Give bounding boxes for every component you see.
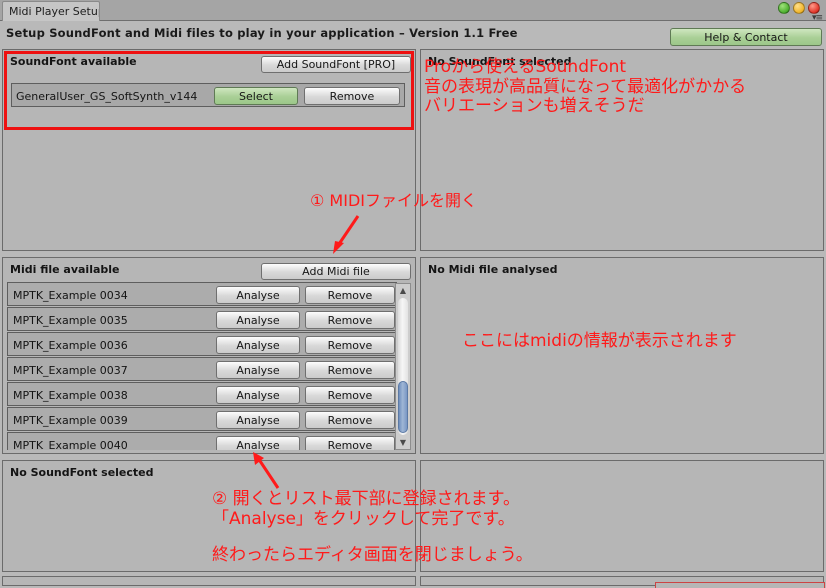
midi-remove-button[interactable]: Remove — [305, 436, 395, 450]
midi-analyse-button[interactable]: Analyse — [216, 336, 300, 354]
midi-remove-button[interactable]: Remove — [305, 361, 395, 379]
add-soundfont-button[interactable]: Add SoundFont [PRO] — [261, 56, 411, 73]
soundfont-name: GeneralUser_GS_SoftSynth_v144 — [16, 90, 198, 103]
page-title: Setup SoundFont and Midi files to play i… — [6, 26, 518, 40]
minimize-button[interactable] — [778, 2, 790, 14]
midi-file-panel: Midi file available Add Midi file MPTK_E… — [2, 257, 416, 454]
tab-midi-player-setup[interactable]: Midi Player Setup — [2, 1, 100, 21]
midi-list-item[interactable]: MPTK_Example 0037 Analyse Remove — [7, 357, 397, 381]
help-and-contact-button[interactable]: Help & Contact — [670, 28, 822, 46]
midi-list-scrollbar[interactable]: ▲ ▼ — [395, 283, 411, 450]
midi-file-name: MPTK_Example 0040 — [13, 439, 128, 450]
midi-list-item[interactable]: MPTK_Example 0036 Analyse Remove — [7, 332, 397, 356]
annotation-soundfont-note: Proから使えるSoundFont 音の表現が高品質になって最適化がかかる バリ… — [424, 57, 747, 117]
midi-file-name: MPTK_Example 0036 — [13, 339, 128, 352]
midi-remove-button[interactable]: Remove — [305, 336, 395, 354]
soundfont-select-button[interactable]: Select — [214, 87, 298, 105]
midi-list-item[interactable]: MPTK_Example 0035 Analyse Remove — [7, 307, 397, 331]
midi-remove-button[interactable]: Remove — [305, 311, 395, 329]
midi-analyse-button[interactable]: Analyse — [216, 311, 300, 329]
midi-file-name: MPTK_Example 0037 — [13, 364, 128, 377]
maximize-button[interactable] — [793, 2, 805, 14]
soundfont-panel-title: SoundFont available — [10, 55, 137, 68]
midi-file-name: MPTK_Example 0034 — [13, 289, 128, 302]
midi-analyse-button[interactable]: Analyse — [216, 286, 300, 304]
annotation-open-midi-note: ① MIDIファイルを開く — [310, 191, 477, 210]
midi-status-text: No Midi file analysed — [428, 263, 558, 276]
add-midi-file-button[interactable]: Add Midi file — [261, 263, 411, 280]
soundfont-remove-button[interactable]: Remove — [304, 87, 400, 105]
title-bar: Midi Player Setup ▾≡ — [0, 0, 826, 23]
midi-remove-button[interactable]: Remove — [305, 411, 395, 429]
midi-analyse-button[interactable]: Analyse — [216, 411, 300, 429]
annotation-midi-info-note: ここにはmidiの情報が表示されます — [462, 331, 737, 351]
scroll-up-icon[interactable]: ▲ — [396, 284, 410, 297]
scrollbar-thumb[interactable] — [398, 381, 408, 433]
app-window: Midi Player Setup ▾≡ Setup SoundFont and… — [0, 0, 826, 588]
midi-remove-button[interactable]: Remove — [305, 286, 395, 304]
soundfont-row: GeneralUser_GS_SoftSynth_v144 Select Rem… — [11, 83, 405, 107]
midi-info-panel: No Midi file analysed — [420, 257, 824, 454]
midi-list-item[interactable]: MPTK_Example 0038 Analyse Remove — [7, 382, 397, 406]
bottom-strip-left — [2, 576, 416, 586]
midi-panel-title: Midi file available — [10, 263, 120, 276]
midi-list-item[interactable]: MPTK_Example 0039 Analyse Remove — [7, 407, 397, 431]
midi-list-item[interactable]: MPTK_Example 0040 Analyse Remove — [7, 432, 397, 450]
midi-file-name: MPTK_Example 0038 — [13, 389, 128, 402]
annotation-arrow-down-icon — [333, 215, 360, 254]
midi-analyse-button[interactable]: Analyse — [216, 386, 300, 404]
midi-file-name: MPTK_Example 0039 — [13, 414, 128, 427]
annotation-step2-note: ② 開くとリスト最下部に登録されます。 「Analyse」をクリックして完了です… — [212, 489, 520, 529]
midi-file-name: MPTK_Example 0035 — [13, 314, 128, 327]
midi-analyse-button[interactable]: Analyse — [216, 436, 300, 450]
midi-file-list[interactable]: MPTK_Example 0034 Analyse Remove MPTK_Examp… — [7, 282, 397, 450]
midi-remove-button[interactable]: Remove — [305, 386, 395, 404]
midi-analyse-button[interactable]: Analyse — [216, 361, 300, 379]
scroll-down-icon[interactable]: ▼ — [396, 436, 410, 449]
bottom-soundfont-status-text: No SoundFont selected — [10, 466, 154, 479]
annotation-arrow-up-icon — [253, 452, 280, 489]
bottom-strip-accent — [655, 582, 825, 588]
annotation-step3-note: 終わったらエディタ画面を閉じましょう。 — [212, 545, 533, 565]
midi-list-item[interactable]: MPTK_Example 0034 Analyse Remove — [7, 282, 397, 306]
